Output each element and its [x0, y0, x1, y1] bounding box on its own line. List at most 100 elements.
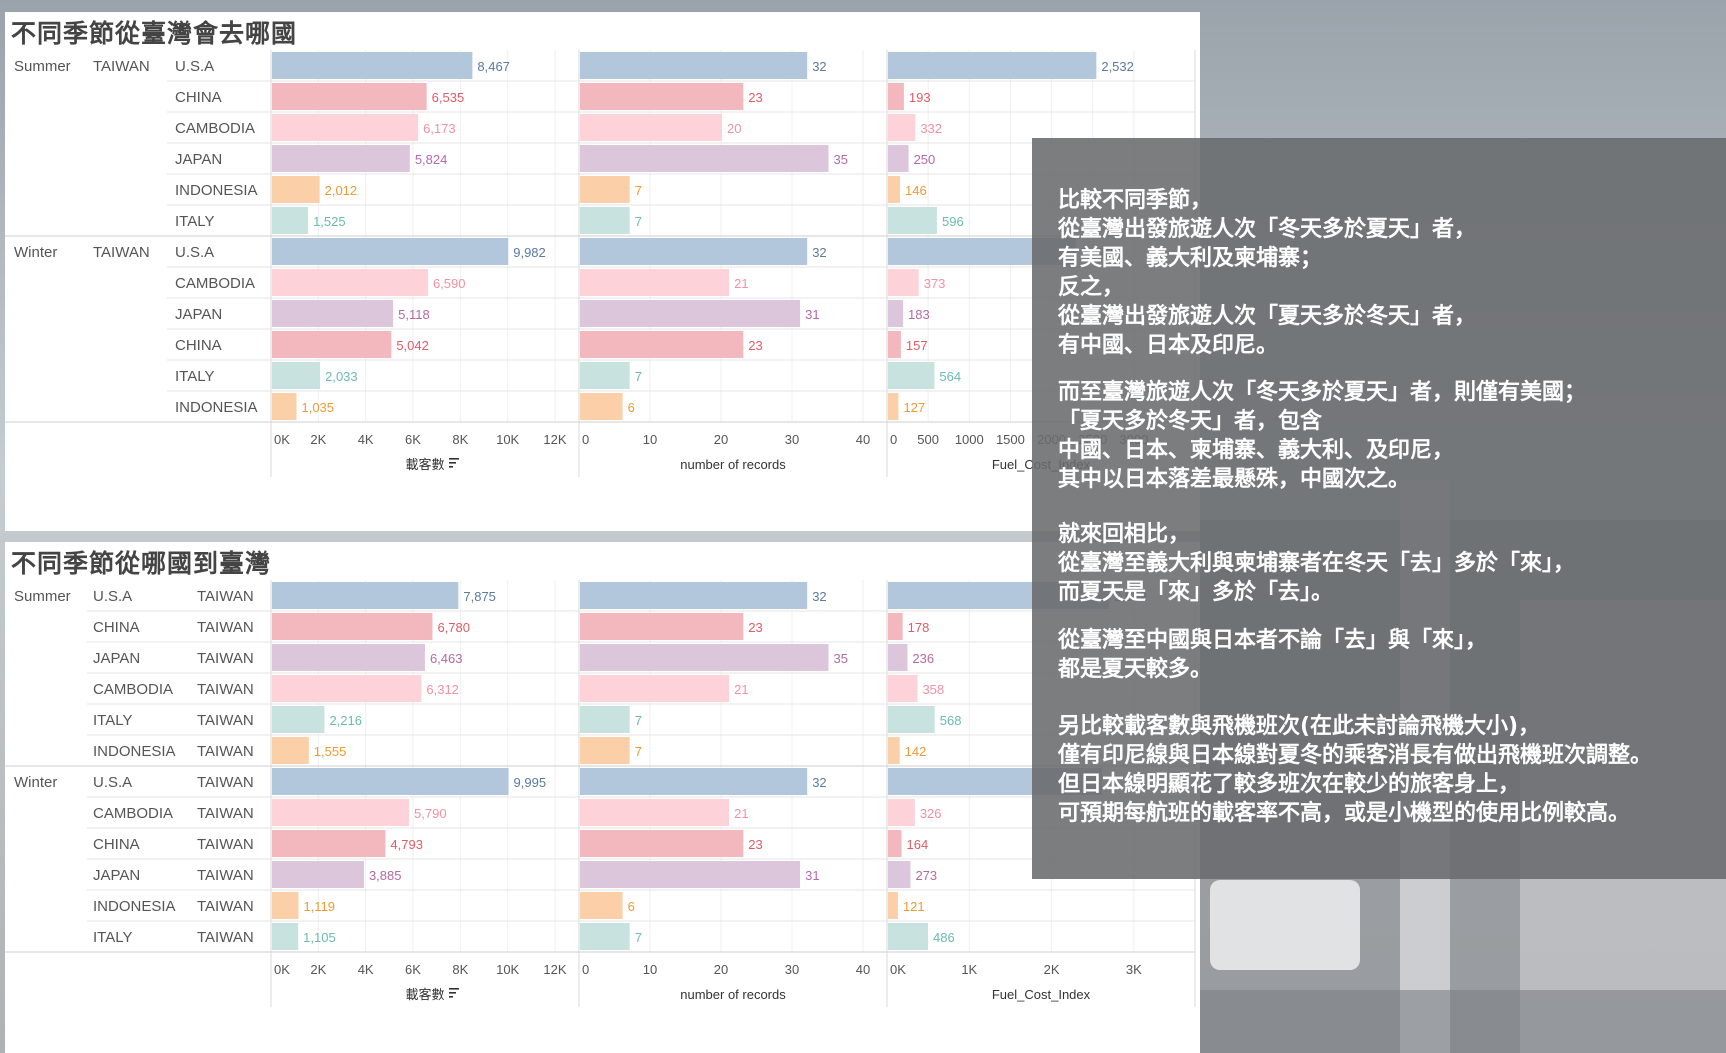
destination-label: ITALY: [175, 213, 214, 230]
data-label: 23: [748, 338, 762, 353]
commentary-line: 僅有印尼線與日本線對夏冬的乘客消長有做出飛機班次調整。: [1058, 743, 1653, 768]
data-label: 7: [635, 369, 642, 384]
bar: [580, 582, 808, 609]
bar: [272, 176, 320, 203]
tick-label: 0K: [274, 962, 290, 977]
bar: [272, 238, 509, 265]
data-label: 7: [635, 713, 642, 728]
bar: [580, 768, 808, 795]
outbound-chart-panel: 不同季節從臺灣會去哪國 Summer TAIWAN U.S.A 8,467 32 2,53…: [5, 12, 1200, 531]
commentary-paragraph: 從臺灣至中國與日本者不論「去」與「來」， 都是夏天較多。: [1058, 626, 1487, 684]
origin-label: INDONESIA: [93, 743, 176, 760]
data-label: 20: [727, 121, 741, 136]
commentary-paragraph: 就來回相比， 從臺灣至義大利與柬埔寨者在冬天「去」多於「來」， 而夏天是「來」多…: [1058, 520, 1575, 607]
data-label: 21: [734, 806, 748, 821]
destination-label: CAMBODIA: [175, 275, 255, 292]
tick-label: 6K: [405, 432, 421, 447]
tick-label: 10K: [496, 432, 519, 447]
bar: [888, 923, 928, 950]
commentary-line: 中國、日本、柬埔寨、義大利、及印尼，: [1058, 438, 1455, 463]
tick-label: 0: [582, 962, 589, 977]
tick-label: 2K: [1044, 962, 1060, 977]
origin-label: U.S.A: [93, 774, 132, 791]
data-label: 31: [805, 307, 819, 322]
bar: [272, 83, 427, 110]
bar: [272, 830, 386, 857]
bar: [888, 52, 1097, 79]
bar: [580, 799, 730, 826]
bar: [580, 892, 623, 919]
data-label: 178: [908, 620, 930, 635]
data-label: 127: [903, 400, 925, 415]
bar: [580, 52, 808, 79]
season-label: Summer: [14, 588, 71, 605]
axis-title: number of records: [680, 987, 786, 1002]
bar: [888, 393, 899, 420]
sort-icon: [449, 988, 459, 990]
bar: [888, 176, 901, 203]
bar: [888, 799, 915, 826]
inbound-chart-panel: 不同季節從哪國到臺灣 SummerU.S.ATAIWAN7,875322,689…: [5, 542, 1200, 1053]
bar: [888, 269, 919, 296]
bar: [580, 331, 744, 358]
destination-label: TAIWAN: [197, 650, 254, 667]
bar: [888, 207, 938, 234]
data-label: 9,982: [513, 245, 546, 260]
data-label: 32: [812, 589, 826, 604]
bar: [580, 613, 744, 640]
tick-label: 20: [714, 962, 728, 977]
bar: [580, 300, 801, 327]
data-label: 2,033: [325, 369, 358, 384]
axis-title: 載客數: [405, 987, 444, 1002]
bar: [272, 362, 321, 389]
data-label: 6,535: [432, 90, 465, 105]
destination-label: TAIWAN: [197, 836, 254, 853]
origin-label: TAIWAN: [93, 244, 150, 261]
data-label: 486: [933, 930, 955, 945]
bar: [580, 706, 630, 733]
data-label: 7: [635, 744, 642, 759]
commentary-line: 有中國、日本及印尼。: [1058, 333, 1279, 358]
bar: [888, 145, 909, 172]
tick-label: 0: [890, 432, 897, 447]
tick-label: 3K: [1126, 962, 1142, 977]
destination-label: TAIWAN: [197, 774, 254, 791]
tick-label: 8K: [452, 962, 468, 977]
data-label: 23: [748, 620, 762, 635]
destination-label: TAIWAN: [197, 712, 254, 729]
bar: [272, 675, 422, 702]
bar: [888, 830, 902, 857]
data-label: 568: [940, 713, 962, 728]
destination-label: TAIWAN: [197, 805, 254, 822]
data-label: 21: [734, 276, 748, 291]
bar: [272, 861, 364, 888]
origin-label: ITALY: [93, 712, 132, 729]
bar: [580, 644, 829, 671]
bar: [580, 176, 630, 203]
destination-label: CHINA: [175, 337, 222, 354]
data-label: 2,012: [325, 183, 358, 198]
data-label: 1,105: [303, 930, 336, 945]
data-label: 596: [942, 214, 964, 229]
data-label: 358: [922, 682, 944, 697]
bar: [272, 923, 299, 950]
axis-title: number of records: [680, 457, 786, 472]
data-label: 23: [748, 90, 762, 105]
bar: [888, 644, 908, 671]
data-label: 6: [628, 400, 635, 415]
origin-label: JAPAN: [93, 867, 140, 884]
bar: [580, 675, 730, 702]
tick-label: 20: [714, 432, 728, 447]
bar: [272, 300, 394, 327]
bar: [580, 830, 744, 857]
data-label: 2,216: [329, 713, 362, 728]
season-label: Winter: [14, 774, 57, 791]
commentary-line: 可預期每航班的載客率不高，或是小機型的使用比例較高。: [1058, 801, 1631, 826]
destination-label: CAMBODIA: [175, 120, 255, 137]
destination-label: TAIWAN: [197, 681, 254, 698]
bar: [580, 737, 630, 764]
tick-label: 40: [856, 962, 870, 977]
commentary-paragraph: 另比較載客數與飛機班次(在此未討論飛機大小)， 僅有印尼線與日本線對夏冬的乘客消…: [1058, 712, 1652, 828]
tick-label: 4K: [358, 962, 374, 977]
data-label: 8,467: [477, 59, 510, 74]
